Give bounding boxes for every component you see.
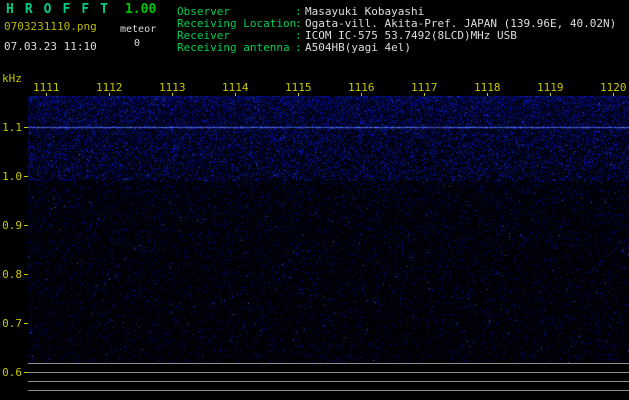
y-axis-unit-label: kHz — [2, 72, 22, 85]
app-title: H R O F F T 1.00 — [6, 2, 156, 17]
output-filename: 0703231110.png — [4, 20, 97, 33]
y-tick-label: 1.1 — [2, 121, 22, 134]
level-graph-line — [28, 363, 629, 364]
y-tick-label: 0.6 — [2, 366, 22, 379]
info-row: Receiving antenna: A504HB(yagi 4el) — [177, 42, 616, 54]
hrofft-screen: H R O F F T 1.00 0703231110.png meteor 0 07.03… — [0, 0, 629, 400]
info-row-value: A504HB(yagi 4el) — [305, 41, 411, 54]
meteor-counter-value: 0 — [134, 38, 141, 49]
level-graph-line — [28, 390, 629, 391]
y-tick-label: 1.0 — [2, 170, 22, 183]
info-row-separator: : — [295, 41, 302, 54]
app-title-letter: O — [43, 2, 52, 17]
y-tick-label: 0.8 — [2, 268, 22, 281]
level-graph-line — [28, 372, 629, 373]
app-title-letter: F — [81, 2, 90, 17]
spectrogram-canvas — [28, 96, 629, 363]
info-row-label: Receiving antenna — [177, 41, 290, 54]
meteor-counter-label: meteor — [120, 24, 157, 35]
app-title-letter: R — [24, 2, 33, 17]
station-info-table: Observer: Masayuki Kobayashi Receiving Lo… — [177, 6, 616, 54]
app-title-letter: T — [100, 2, 108, 17]
y-tick-label: 0.9 — [2, 219, 22, 232]
datetime-label: 07.03.23 11:10 — [4, 40, 97, 53]
level-graph-line — [28, 381, 629, 382]
app-title-letter: H — [6, 2, 14, 17]
app-version: 1.00 — [124, 2, 157, 17]
app-title-letter: F — [62, 2, 71, 17]
y-tick-label: 0.7 — [2, 317, 22, 330]
